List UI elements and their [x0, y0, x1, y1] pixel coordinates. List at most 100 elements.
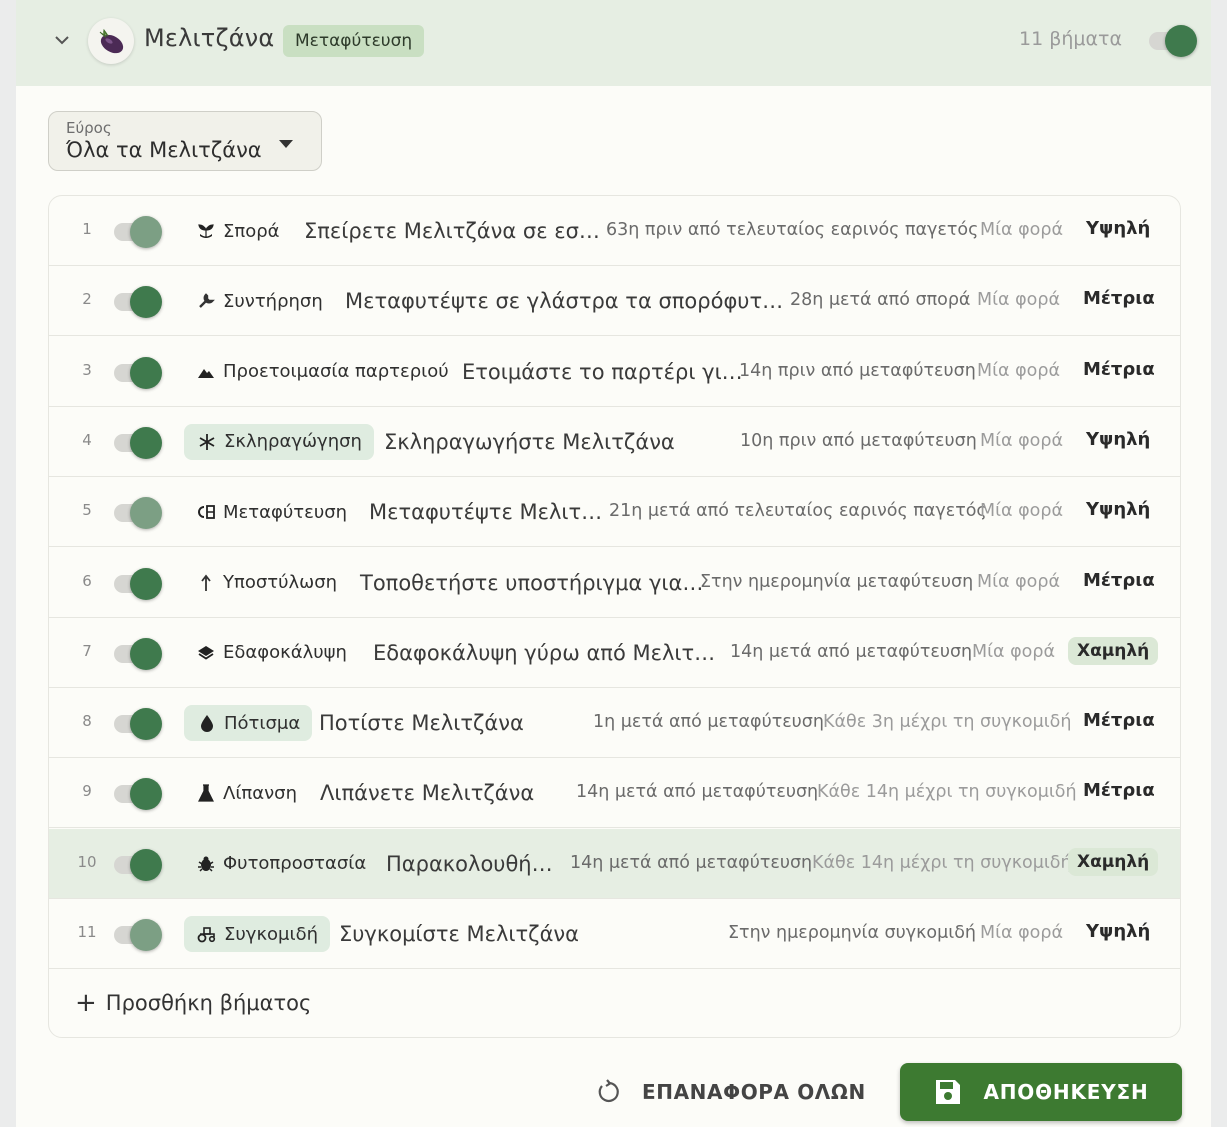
step-row[interactable]: 6 Υποστύλωση Τοποθετήστε υποστήριγμα για… Σ…	[49, 548, 1180, 618]
step-priority[interactable]: Υψηλή	[1086, 429, 1150, 450]
step-priority[interactable]: Μέτρια	[1083, 359, 1155, 380]
steps-list: 1 Σπορά Σπείρετε Μελιτζάνα σε εσ… 63η πριν …	[48, 195, 1181, 1038]
step-category[interactable]: Φυτοπροστασία	[195, 846, 366, 882]
step-row[interactable]: 3 Προετοιμασία παρτεριού Ετοιμάστε το παρτ…	[49, 337, 1180, 407]
step-enabled-toggle[interactable]	[110, 283, 164, 319]
step-category-label: Συγκομιδή	[224, 923, 319, 945]
crop-card: Μελιτζάνα Μεταφύτευση 11 βήματα Εύρος Όλ…	[16, 0, 1211, 1127]
step-title[interactable]: Σκληραγωγήστε Μελιτζάνα	[384, 424, 675, 460]
step-timing: Στην ημερομηνία μεταφύτευση	[700, 571, 974, 592]
crop-title: Μελιτζάνα	[144, 24, 275, 52]
step-title[interactable]: Παρακολουθή…	[386, 846, 553, 882]
step-category-label: Φυτοπροστασία	[223, 853, 367, 875]
step-enabled-toggle[interactable]	[110, 846, 164, 882]
step-category[interactable]: Συγκομιδή	[184, 916, 331, 952]
reset-icon	[594, 1079, 620, 1105]
step-category-label: Συντήρηση	[223, 290, 323, 312]
step-priority[interactable]: Υψηλή	[1086, 218, 1150, 239]
step-enabled-toggle[interactable]	[110, 494, 164, 530]
step-title[interactable]: Εδαφοκάλυψη γύρω από Μελιτ…	[373, 635, 715, 671]
step-enabled-toggle[interactable]	[110, 635, 164, 671]
step-enabled-toggle[interactable]	[110, 705, 164, 741]
step-title[interactable]: Τοποθετήστε υποστήριγμα για…	[360, 565, 703, 601]
step-title[interactable]: Λιπάνετε Μελιτζάνα	[320, 775, 534, 811]
step-timing: 14η μετά από μεταφύτευση	[570, 852, 813, 873]
terrain-icon	[195, 363, 217, 381]
step-priority[interactable]: Μέτρια	[1083, 570, 1155, 591]
step-category[interactable]: Εδαφοκάλυψη	[195, 635, 347, 671]
step-frequency: Μία φορά	[972, 641, 1056, 662]
wrench-icon	[195, 292, 217, 310]
bug-icon	[195, 855, 217, 873]
step-enabled-toggle[interactable]	[110, 424, 164, 460]
step-title[interactable]: Σπείρετε Μελιτζάνα σε εσ…	[304, 213, 600, 249]
step-category-label: Υποστύλωση	[223, 572, 338, 593]
step-priority[interactable]: Χαμηλή	[1068, 847, 1159, 876]
step-frequency: Μία φορά	[980, 220, 1064, 240]
step-number: 8	[82, 712, 92, 731]
step-row[interactable]: 1 Σπορά Σπείρετε Μελιτζάνα σε εσ… 63η πριν …	[49, 196, 1180, 266]
step-frequency: Κάθε 14η μέχρι τη συγκομιδή	[817, 782, 1077, 803]
step-priority[interactable]: Μέτρια	[1083, 780, 1155, 801]
step-row[interactable]: 5 Μεταφύτευση Μεταφυτέψτε Μελιτ… 21η μετά α…	[49, 477, 1180, 548]
step-priority[interactable]: Μέτρια	[1083, 288, 1155, 309]
step-title[interactable]: Ποτίστε Μελιτζάνα	[319, 705, 524, 741]
step-timing: 21η μετά από τελευταίος εαρινός παγετός	[609, 501, 987, 522]
step-priority[interactable]: Υψηλή	[1086, 499, 1150, 520]
step-frequency: Μία φορά	[980, 501, 1064, 522]
reset-all-button[interactable]: ΕΠΑΝΑΦΟΡΑ ΟΛΩΝ	[594, 1072, 866, 1112]
step-category-label: Εδαφοκάλυψη	[223, 642, 347, 664]
step-timing: 1η μετά από μεταφύτευση	[593, 712, 824, 733]
step-title[interactable]: Μεταφυτέψτε σε γλάστρα τα σπορόφυτ…	[345, 283, 783, 319]
step-number: 7	[82, 641, 92, 660]
scope-label: Εύρος	[66, 119, 112, 137]
dropdown-arrow-icon	[279, 140, 293, 148]
step-row[interactable]: 8 Πότισμα Ποτίστε Μελιτζάνα 1η μετά από μετ…	[49, 688, 1180, 759]
step-priority[interactable]: Υψηλή	[1086, 921, 1150, 942]
crop-enabled-toggle[interactable]	[1145, 22, 1199, 58]
step-title[interactable]: Ετοιμάστε το παρτέρι γι…	[462, 354, 743, 390]
step-row[interactable]: 11 Συγκομιδή Συγκομίστε Μελιτζάνα Στην ημερ…	[49, 899, 1180, 969]
step-frequency: Κάθε 3η μέχρι τη συγκομιδή	[823, 712, 1072, 733]
save-label: ΑΠΟΘΗΚΕΥΣΗ	[983, 1080, 1149, 1104]
step-category[interactable]: Συντήρηση	[195, 283, 323, 319]
add-step-button[interactable]: + Προσθήκη βήματος	[75, 988, 311, 1018]
step-frequency: Μία φορά	[980, 923, 1064, 943]
step-enabled-toggle[interactable]	[110, 775, 164, 811]
step-priority[interactable]: Χαμηλή	[1068, 636, 1159, 665]
step-title[interactable]: Μεταφυτέψτε Μελιτ…	[369, 494, 602, 530]
flask-icon	[195, 784, 217, 802]
crop-header[interactable]: Μελιτζάνα Μεταφύτευση 11 βήματα	[16, 0, 1211, 86]
step-category[interactable]: Μεταφύτευση	[195, 494, 347, 530]
scope-select[interactable]: Εύρος Όλα τα Μελιτζάνα	[48, 111, 322, 171]
step-number: 1	[82, 220, 92, 238]
step-row[interactable]: 2 Συντήρηση Μεταφυτέψτε σε γλάστρα τα σπορ…	[49, 266, 1180, 337]
step-category[interactable]: Σκληραγώγηση	[184, 423, 374, 460]
tractor-icon	[196, 925, 218, 943]
step-category[interactable]: Λίπανση	[195, 775, 297, 811]
step-row[interactable]: 4 Σκληραγώγηση Σκληραγωγήστε Μελιτζάνα 10η …	[49, 407, 1180, 477]
step-title[interactable]: Συγκομίστε Μελιτζάνα	[339, 916, 579, 952]
step-enabled-toggle[interactable]	[110, 213, 164, 249]
step-enabled-toggle[interactable]	[110, 354, 164, 390]
save-icon	[933, 1077, 963, 1107]
step-row[interactable]: 7 Εδαφοκάλυψη Εδαφοκάλυψη γύρω από Μελιτ… 1…	[49, 618, 1180, 688]
step-category[interactable]: Υποστύλωση	[195, 565, 337, 601]
step-number: 5	[82, 501, 92, 520]
step-enabled-toggle[interactable]	[110, 916, 164, 952]
step-category[interactable]: Πότισμα	[184, 705, 313, 742]
chevron-down-icon[interactable]	[52, 30, 72, 50]
step-row[interactable]: 10 Φυτοπροστασία Παρακολουθή… 14η μετά από …	[49, 828, 1180, 899]
add-step-label: Προσθήκη βήματος	[105, 991, 312, 1015]
plus-icon: +	[75, 988, 97, 1018]
step-category[interactable]: Προετοιμασία παρτεριού	[195, 354, 449, 390]
step-enabled-toggle[interactable]	[110, 565, 164, 601]
step-number: 9	[82, 782, 92, 801]
step-category[interactable]: Σπορά	[195, 213, 280, 249]
snowflake-icon	[196, 433, 218, 451]
step-row[interactable]: 9 Λίπανση Λιπάνετε Μελιτζάνα 14η μετά από μ…	[49, 758, 1180, 829]
step-frequency: Μία φορά	[977, 571, 1061, 592]
method-chip: Μεταφύτευση	[283, 25, 425, 57]
step-priority[interactable]: Μέτρια	[1083, 710, 1155, 731]
save-button[interactable]: ΑΠΟΘΗΚΕΥΣΗ	[900, 1063, 1182, 1121]
